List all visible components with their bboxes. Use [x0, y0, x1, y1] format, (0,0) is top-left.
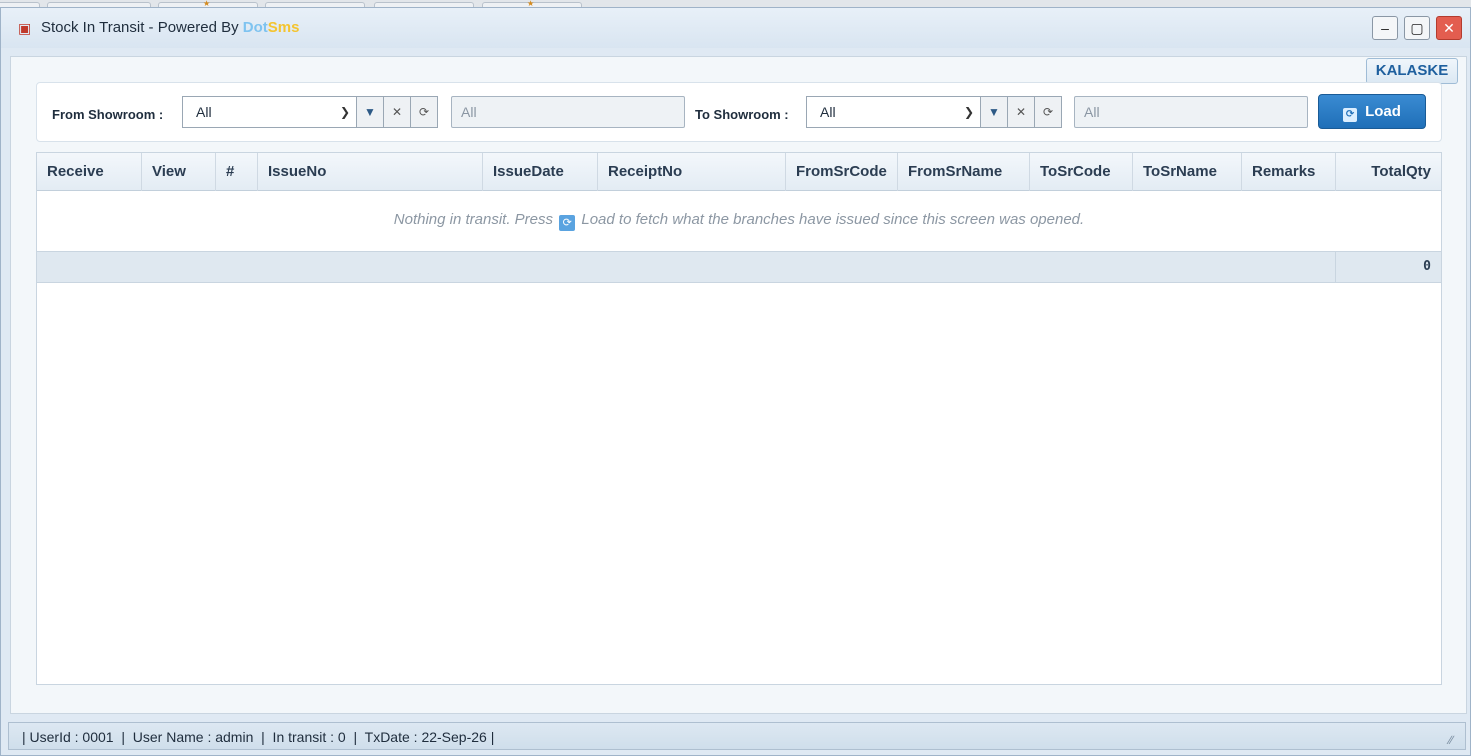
column-view[interactable]: View	[142, 153, 216, 191]
column-issue-date[interactable]: IssueDate	[483, 153, 598, 191]
clear-icon: ✕	[1015, 105, 1027, 119]
window-title: Stock In Transit - Powered By DotSms	[41, 19, 299, 36]
company-badge: KALASKE	[1366, 58, 1458, 84]
from-filter-button[interactable]: ▼	[356, 96, 384, 128]
window-title-text: Stock In Transit - Powered By	[41, 19, 243, 36]
maximize-icon: ▢	[1410, 20, 1424, 36]
truck-icon: ▣	[18, 20, 32, 36]
client-area: KALASKE From Showroom : All ❯ ▼ ✕ ⟳ All …	[10, 56, 1467, 714]
from-clear-button[interactable]: ✕	[383, 96, 411, 128]
resize-grip-icon[interactable]: ∕∕	[1449, 733, 1463, 747]
to-clear-button[interactable]: ✕	[1007, 96, 1035, 128]
to-showroom-search[interactable]: All	[1074, 96, 1308, 128]
filter-icon: ▼	[988, 105, 1000, 119]
chevron-down-icon: ❯	[963, 105, 974, 119]
to-showroom-label: To Showroom :	[695, 107, 789, 122]
status-bar: | UserId : 0001 | User Name : admin | In…	[8, 722, 1466, 750]
filter-bar: From Showroom : All ❯ ▼ ✕ ⟳ All To Showr…	[36, 82, 1442, 142]
from-reload-button[interactable]: ⟳	[410, 96, 438, 128]
close-button[interactable]: ✕	[1436, 16, 1462, 40]
to-search-placeholder: All	[1084, 104, 1100, 120]
column-to-sr-code[interactable]: ToSrCode	[1030, 153, 1133, 191]
column-from-sr-code[interactable]: FromSrCode	[786, 153, 898, 191]
refresh-icon: ⟳	[1343, 108, 1358, 122]
to-reload-button[interactable]: ⟳	[1034, 96, 1062, 128]
from-search-placeholder: All	[461, 104, 477, 120]
column-total-qty[interactable]: TotalQty	[1336, 153, 1441, 191]
total-qty-summary: 0	[1335, 252, 1441, 282]
from-showroom-label: From Showroom :	[52, 107, 164, 122]
status-text: | UserId : 0001 | User Name : admin | In…	[22, 729, 495, 745]
column-issue-no[interactable]: IssueNo	[258, 153, 483, 191]
grid-summary-row: 0	[37, 251, 1441, 283]
column-receive[interactable]: Receive	[37, 153, 142, 191]
from-showroom-select[interactable]: All ❯	[182, 96, 357, 128]
minimize-icon: –	[1381, 20, 1389, 36]
title-bar[interactable]: ▣ Stock In Transit - Powered By DotSms –…	[1, 8, 1470, 48]
minimize-button[interactable]: –	[1372, 16, 1398, 40]
transit-grid: Receive View # IssueNo IssueDate Receipt…	[36, 152, 1442, 685]
empty-message-text: Nothing in transit. Press	[393, 211, 554, 228]
chevron-down-icon: ❯	[339, 105, 350, 119]
from-showroom-value: All	[196, 104, 212, 120]
to-showroom-select[interactable]: All ❯	[806, 96, 981, 128]
stock-in-transit-window: ▣ Stock In Transit - Powered By DotSms –…	[0, 7, 1471, 756]
column-from-sr-name[interactable]: FromSrName	[898, 153, 1030, 191]
to-showroom-value: All	[820, 104, 836, 120]
empty-message-text: Load to fetch what the branches have iss…	[581, 211, 1085, 228]
column-remarks[interactable]: Remarks	[1242, 153, 1336, 191]
close-icon: ✕	[1443, 20, 1455, 36]
from-showroom-search[interactable]: All	[451, 96, 685, 128]
brand-dot: Dot	[242, 19, 268, 36]
reload-icon: ⟳	[418, 105, 430, 119]
brand-sms: Sms	[267, 19, 300, 36]
to-filter-button[interactable]: ▼	[980, 96, 1008, 128]
clear-icon: ✕	[391, 105, 403, 119]
grid-header: Receive View # IssueNo IssueDate Receipt…	[37, 153, 1441, 191]
reload-icon: ⟳	[1042, 105, 1054, 119]
filter-icon: ▼	[364, 105, 376, 119]
load-button-label: Load	[1365, 103, 1401, 120]
column-index[interactable]: #	[216, 153, 258, 191]
column-to-sr-name[interactable]: ToSrName	[1133, 153, 1242, 191]
refresh-icon: ⟳	[559, 215, 576, 231]
column-receipt-no[interactable]: ReceiptNo	[598, 153, 786, 191]
empty-grid-message: Nothing in transit. Press ⟳ Load to fetc…	[37, 211, 1441, 231]
maximize-button[interactable]: ▢	[1404, 16, 1430, 40]
load-button[interactable]: ⟳ Load	[1318, 94, 1426, 129]
